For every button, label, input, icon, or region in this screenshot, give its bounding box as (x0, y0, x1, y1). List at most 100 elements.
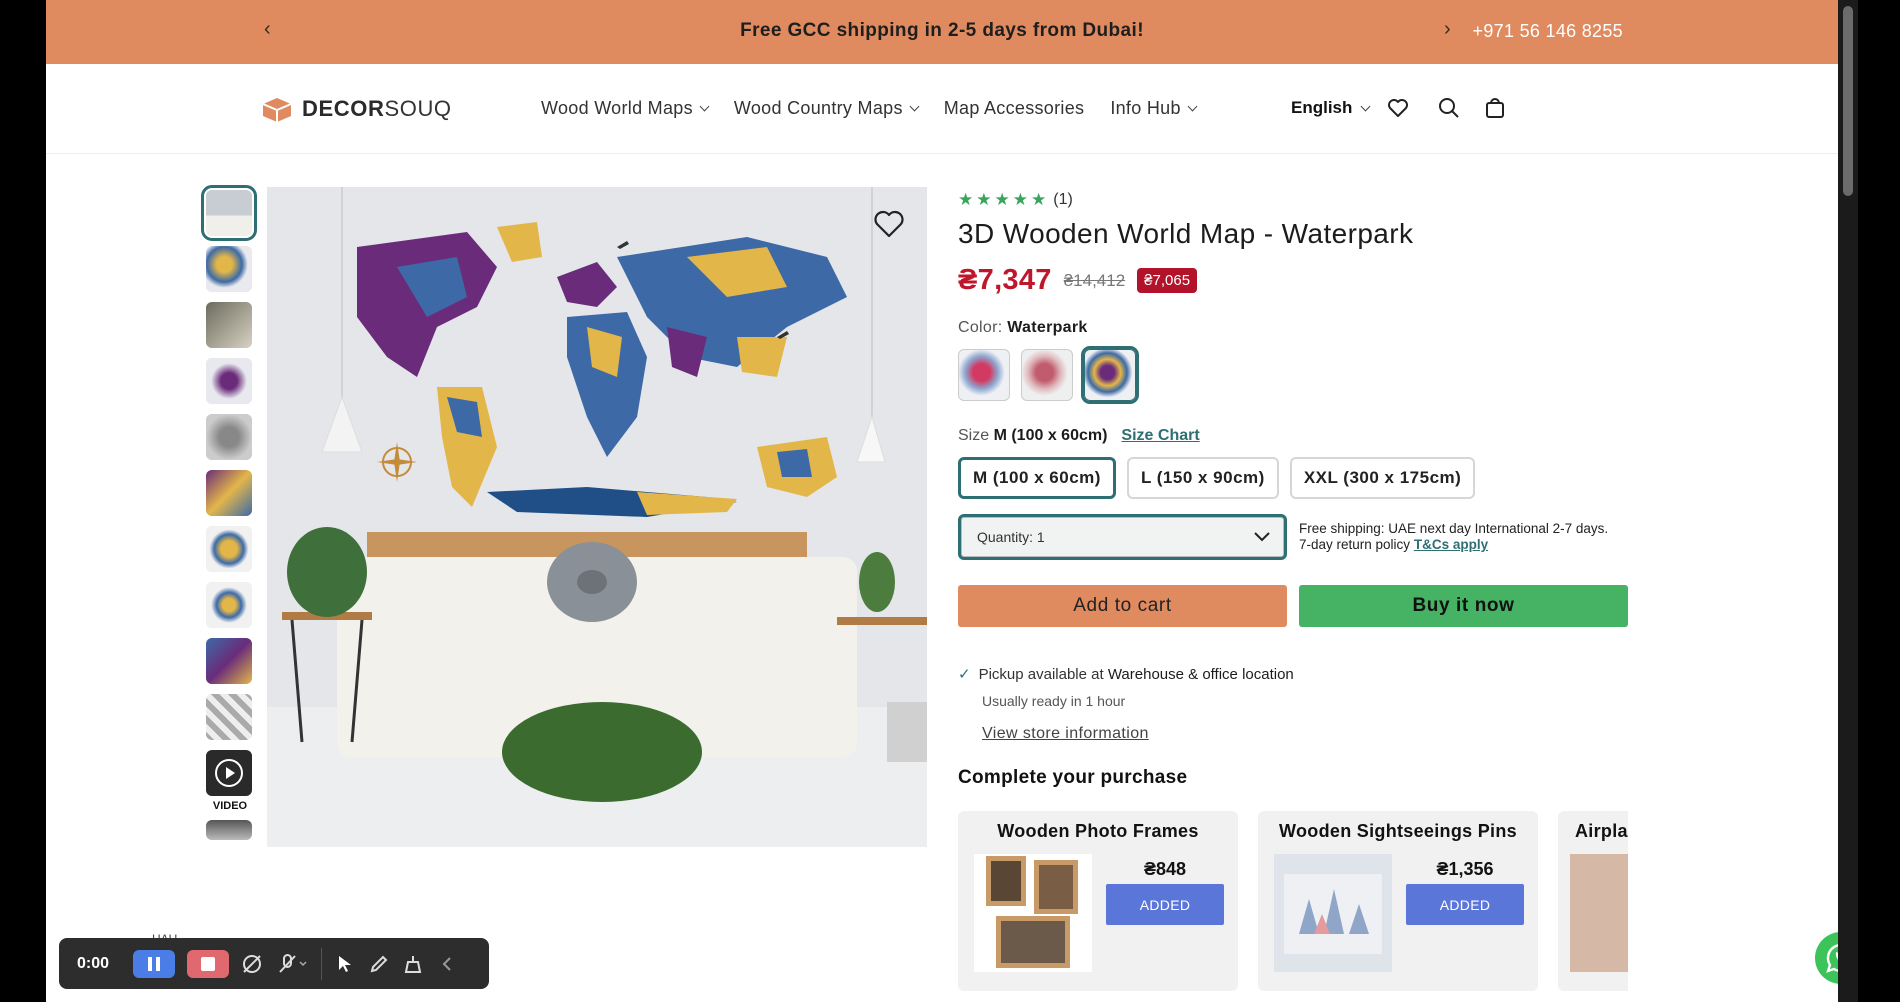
pause-button[interactable] (133, 949, 175, 978)
add-to-cart-button[interactable]: Add to cart (958, 585, 1287, 627)
recommendation-card[interactable]: Wooden Sightseeings Pins ₴1,356 ADDED (1258, 811, 1538, 991)
recommendation-price: ₴848 (1143, 859, 1187, 879)
thumbnail[interactable] (206, 246, 252, 292)
nav-wood-country-maps[interactable]: Wood Country Maps (733, 98, 920, 119)
complete-purchase-heading: Complete your purchase (958, 767, 1188, 788)
microphone-off-icon[interactable] (275, 953, 309, 975)
recommendation-name: Wooden Photo Frames (997, 821, 1199, 841)
color-swatch[interactable] (1021, 349, 1073, 401)
compare-price: ₴14,412 (1063, 270, 1126, 290)
recommendation-image[interactable] (974, 854, 1092, 972)
site-header: DECORSOUQ Wood World Maps Wood Country M… (46, 64, 1838, 154)
thumbnail[interactable] (206, 582, 252, 628)
scrollbar-thumb[interactable] (1843, 6, 1853, 196)
cursor-icon[interactable] (334, 953, 356, 975)
announcement-bar: ‹ Free GCC shipping in 2-5 days from Dub… (46, 0, 1838, 64)
color-swatch-selected[interactable] (1081, 346, 1139, 404)
nav-wood-world-maps[interactable]: Wood World Maps (541, 98, 710, 119)
thumbnail-list: VIDEO (201, 185, 258, 850)
buy-now-button[interactable]: Buy it now (1299, 585, 1628, 627)
collapse-chevron-icon[interactable] (436, 953, 458, 975)
color-swatches (958, 346, 1628, 404)
star-icon: ★ (1012, 190, 1028, 209)
star-icon: ★ (976, 190, 992, 209)
size-chart-link[interactable]: Size Chart (1121, 427, 1199, 445)
quantity-select[interactable]: Quantity: 1 (958, 514, 1287, 560)
view-store-information-link[interactable]: View store information (982, 725, 1628, 743)
size-option-l[interactable]: L (150 x 90cm) (1126, 457, 1279, 499)
nav-info-hub[interactable]: Info Hub (1110, 98, 1198, 119)
size-label: Size (958, 427, 990, 444)
recommendation-card[interactable]: Airpla (1558, 811, 1628, 991)
pickup-availability: ✓ Pickup available at Warehouse & office… (958, 665, 1628, 684)
announcement-next-icon[interactable]: › (1444, 18, 1451, 41)
product-photo (267, 187, 927, 847)
rating-count: (1) (1053, 191, 1073, 208)
phone-number[interactable]: +971 56 146 8255 (1473, 21, 1623, 42)
size-options: M (100 x 60cm) L (150 x 90cm) XXL (300 x… (958, 457, 1628, 499)
chevron-down-icon (1187, 101, 1198, 112)
recommendation-image[interactable] (1274, 854, 1392, 972)
nav-label: Wood World Maps (541, 98, 693, 118)
size-label-row: Size M (100 x 60cm) Size Chart (958, 427, 1628, 445)
nav-label: Wood Country Maps (733, 98, 903, 118)
thumbnail[interactable] (206, 820, 252, 840)
camera-off-icon[interactable] (241, 953, 263, 975)
whatsapp-chat-button[interactable] (1815, 932, 1838, 984)
video-thumbnail[interactable] (206, 750, 252, 796)
pause-icon (148, 956, 160, 971)
ready-time: Usually ready in 1 hour (982, 693, 1126, 709)
stop-button[interactable] (187, 949, 229, 978)
color-swatch[interactable] (958, 349, 1010, 401)
color-value: Waterpark (1007, 319, 1088, 336)
checkmark-icon: ✓ (958, 666, 971, 683)
quantity-row: Quantity: 1 Free shipping: UAE next day … (958, 514, 1628, 560)
rating[interactable]: ★ ★ ★ ★ ★ (1) (958, 190, 1628, 210)
chevron-down-icon (699, 101, 710, 112)
recommendation-name: Airpla (1575, 821, 1628, 841)
thumbnail[interactable] (206, 302, 252, 348)
language-selector[interactable]: English (1291, 98, 1371, 118)
cart-icon[interactable] (1483, 96, 1507, 120)
shipping-note-line: Free shipping: UAE next day Internationa… (1299, 521, 1609, 536)
color-label: Color: (958, 319, 1003, 336)
buy-buttons: Add to cart Buy it now (958, 585, 1628, 627)
play-icon (215, 759, 243, 787)
thumbnail[interactable] (206, 358, 252, 404)
search-icon[interactable] (1437, 96, 1461, 120)
added-button[interactable]: ADDED (1406, 884, 1524, 925)
thumbnail[interactable] (206, 470, 252, 516)
highlighter-icon[interactable] (402, 953, 424, 975)
tcs-link[interactable]: T&Cs apply (1414, 537, 1488, 552)
sale-price: ₴7,347 (958, 264, 1052, 296)
pickup-text: Pickup available at (978, 665, 1104, 683)
size-option-xxl[interactable]: XXL (300 x 175cm) (1289, 457, 1476, 499)
nav-map-accessories[interactable]: Map Accessories (944, 98, 1085, 119)
whatsapp-icon (1826, 944, 1838, 973)
recommendation-card[interactable]: Wooden Photo Frames ₴848 ADDED (958, 811, 1238, 991)
add-to-wishlist-heart-icon[interactable] (871, 205, 907, 241)
thumbnail[interactable] (206, 526, 252, 572)
recommendation-price: ₴1,356 (1436, 859, 1494, 879)
recommendation-image[interactable] (1570, 854, 1628, 972)
thumbnail[interactable] (201, 185, 257, 241)
page-scrollbar[interactable] (1838, 0, 1858, 1002)
complementary-products: Wooden Photo Frames ₴848 ADDED Wooden Si… (958, 811, 1628, 991)
main-product-image[interactable] (267, 187, 927, 847)
pen-icon[interactable] (368, 953, 390, 975)
language-label: English (1291, 98, 1353, 117)
chevron-down-icon (1254, 532, 1270, 542)
main-nav: Wood World Maps Wood Country Maps Map Ac… (541, 98, 1198, 119)
thumbnail[interactable] (206, 638, 252, 684)
nav-label: Info Hub (1110, 98, 1181, 118)
product-title: 3D Wooden World Map - Waterpark (958, 218, 1414, 249)
logo[interactable]: DECORSOUQ (260, 95, 452, 123)
thumbnail[interactable] (206, 414, 252, 460)
size-option-m[interactable]: M (100 x 60cm) (958, 457, 1116, 499)
star-icon: ★ (994, 190, 1010, 209)
added-button[interactable]: ADDED (1106, 884, 1224, 925)
price-block: ₴7,347 ₴14,412 ₴7,065 (958, 264, 1628, 297)
stop-icon (201, 956, 215, 971)
wishlist-heart-icon[interactable] (1386, 96, 1410, 120)
thumbnail[interactable] (206, 694, 252, 740)
